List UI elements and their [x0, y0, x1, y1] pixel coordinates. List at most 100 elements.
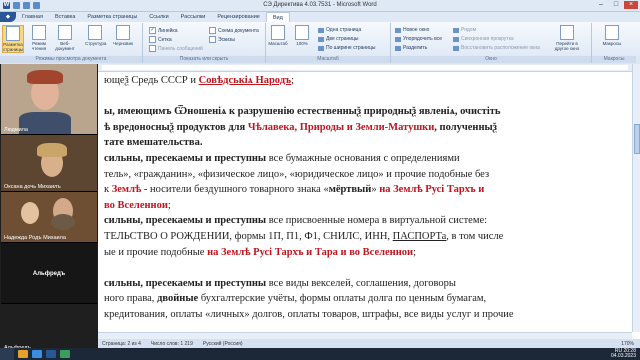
ruler-checkbox[interactable]: ✓ Линейка [149, 27, 178, 34]
window-title: СЭ Директива 4.03.7531 - Microsoft Word [263, 2, 377, 8]
text-run: , в том числе [446, 231, 504, 242]
macros-button[interactable]: Макросы [602, 25, 622, 46]
system-tray: RU 20:28 04.03.2023 [611, 348, 640, 360]
app-icon[interactable] [60, 350, 70, 358]
office-button[interactable]: ◆ [0, 12, 16, 22]
document-line: ѣ вредоносныѯ продуктов для Чѣлавека, Пр… [104, 121, 497, 134]
document-line: сильны, пресекаемы и преступны все бумаж… [104, 152, 460, 165]
page-count[interactable]: Страница: 2 из 4 [102, 341, 141, 347]
document-map-checkbox[interactable]: Схема документа [209, 27, 259, 34]
text-run: Совѣдськіѧ Народъ [198, 75, 292, 86]
zoom-100-button[interactable]: 100% [292, 25, 312, 46]
print-layout-button[interactable]: Разметка страницы [2, 25, 24, 53]
reset-window-button[interactable]: Восстановить расположение окна [453, 45, 540, 51]
close-icon[interactable]: × [624, 1, 638, 9]
text-run: тель», «гражданин», «физическое лицо», «… [104, 168, 490, 180]
message-bar-checkbox[interactable]: Панель сообщений [149, 45, 203, 52]
split-button[interactable]: Разделить [395, 45, 427, 51]
zoom-button[interactable]: Масштаб [268, 25, 288, 46]
scroll-thumb[interactable] [634, 124, 640, 154]
tab-mailings[interactable]: Рассылки [175, 12, 212, 22]
vertical-scrollbar[interactable] [632, 64, 640, 332]
participant-tile[interactable]: Альфредъ [1, 243, 97, 304]
start-button[interactable] [0, 348, 14, 360]
page-width-button[interactable]: По ширине страницы [318, 45, 375, 51]
document-line: сильны, пресекаемы и преступны все виды … [104, 277, 456, 290]
group-view-modes: Разметка страницы Режим чтения Веб-докум… [0, 23, 143, 63]
participant-name: Оксана дочь Михаилъ [4, 184, 61, 190]
word-count[interactable]: Число слов: 1 219 [151, 341, 193, 347]
text-run: ного права, [104, 293, 158, 305]
text-run: ы, имеющимъ Ѿношеніѧ к разрушенію естест… [104, 106, 501, 118]
sync-scroll-button[interactable]: Синхронная прокрутка [453, 36, 514, 42]
participant-tile[interactable]: Альфредъ [1, 304, 97, 352]
web-layout-button[interactable]: Веб-документ [55, 25, 75, 51]
text-run: ПАСПОРТа [392, 231, 447, 242]
document-line: сильны, пресекаемы и преступны все присв… [104, 214, 487, 227]
document-line: тате вмешательства. [104, 136, 202, 149]
tab-page-layout[interactable]: Разметка страницы [81, 12, 143, 22]
switch-window-button[interactable]: Перейти в другое окно [551, 25, 583, 51]
participant-face [21, 202, 39, 224]
participant-name: Людмила [4, 127, 28, 133]
participant-hair [37, 143, 67, 157]
video-participants-panel: Людмила Оксана дочь Михаилъ Надежда Родъ… [0, 64, 98, 352]
participant-beard [51, 214, 75, 230]
text-run: мёртвый [328, 184, 372, 196]
text-run: Чѣлавека, Природы и Земли-Матушки [247, 121, 435, 133]
participant-hair [27, 70, 63, 84]
word-icon[interactable] [46, 350, 56, 358]
text-run: сильны, пресекаемы и преступны [104, 277, 267, 289]
group-label: Показать или скрыть [143, 56, 265, 63]
minimize-icon[interactable]: – [594, 1, 608, 9]
horizontal-ruler[interactable] [98, 64, 632, 72]
group-label: Макросы [592, 56, 636, 63]
grid-checkbox[interactable]: Сетка [149, 36, 172, 43]
thumbnails-checkbox[interactable]: Эскизы [209, 36, 235, 43]
folder-icon[interactable] [18, 350, 28, 358]
maximize-icon[interactable]: □ [609, 1, 623, 9]
tab-insert[interactable]: Вставка [49, 12, 81, 22]
participant-tile[interactable]: Оксана дочь Михаилъ [1, 135, 97, 192]
arrange-all-button[interactable]: Упорядочить все [395, 36, 442, 42]
text-run: ющеѯ Средь СССР и [104, 75, 199, 86]
new-window-button[interactable]: Новое окно [395, 27, 429, 33]
document-line: во Вселеннои; [104, 199, 171, 212]
participant-name: Альфредъ [32, 271, 66, 277]
one-page-button[interactable]: Одна страница [318, 27, 361, 33]
tab-references[interactable]: Ссылки [143, 12, 174, 22]
draft-button[interactable]: Черновик [113, 25, 133, 46]
document-page[interactable]: ющеѯ Средь СССР и Совѣдськіѧ Народъ; ы, и… [98, 72, 632, 332]
document-line: ТЕЛЬСТВО О РОЖДЕНИИ, формы 1П, П1, Ф1, С… [104, 230, 503, 243]
zoom-level[interactable]: 170% [621, 341, 634, 347]
document-line: ы, имеющимъ Ѿношеніѧ к разрушенію естест… [104, 105, 500, 118]
two-pages-button[interactable]: Две страницы [318, 36, 359, 42]
participant-tile[interactable]: Надежда Родъ Михаила [1, 192, 97, 243]
text-run: бухгалтерские учёты, формы оплаты долга … [198, 293, 487, 305]
group-show-hide: ✓ Линейка Сетка Панель сообщений Схема до… [143, 23, 266, 63]
text-run: - носители бездушного товарного знака « [141, 184, 329, 196]
text-run: ; [167, 199, 171, 211]
browser-icon[interactable] [32, 350, 42, 358]
document-line: тель», «гражданин», «физическое лицо», «… [104, 168, 489, 181]
text-run: ; [291, 75, 295, 86]
document-line: ного права, двойные бухгалтерские учёты,… [104, 292, 486, 305]
text-run: к [104, 184, 112, 196]
outline-button[interactable]: Структура [85, 25, 106, 46]
participant-tile[interactable]: Людмила [1, 64, 97, 135]
side-by-side-button[interactable]: Рядом [453, 27, 476, 33]
tab-home[interactable]: Главная [16, 12, 49, 22]
document-line: ющеѯ Средь СССР и Совѣдськіѧ Народъ; [104, 74, 294, 87]
text-run: все виды векселей, соглашения, договоры [266, 277, 456, 289]
language-indicator[interactable]: Русский (Россия) [203, 341, 243, 347]
participant-name: Надежда Родъ Михаила [4, 235, 66, 241]
ribbon: Разметка страницы Режим чтения Веб-докум… [0, 22, 640, 65]
text-run: ѣ вредоносныѯ продуктов для [104, 121, 248, 133]
text-run: кредитования, оплаты «личных» долгов, оп… [104, 309, 514, 320]
tab-view[interactable]: Вид [265, 12, 290, 22]
text-run: ; [413, 246, 417, 258]
ribbon-tabs: ◆ Главная Вставка Разметка страницы Ссыл… [0, 12, 640, 22]
tab-review[interactable]: Рецензирование [211, 12, 265, 22]
reading-mode-button[interactable]: Режим чтения [29, 25, 49, 51]
text-run: на Землѣ Русі Тархъ и [379, 184, 485, 196]
